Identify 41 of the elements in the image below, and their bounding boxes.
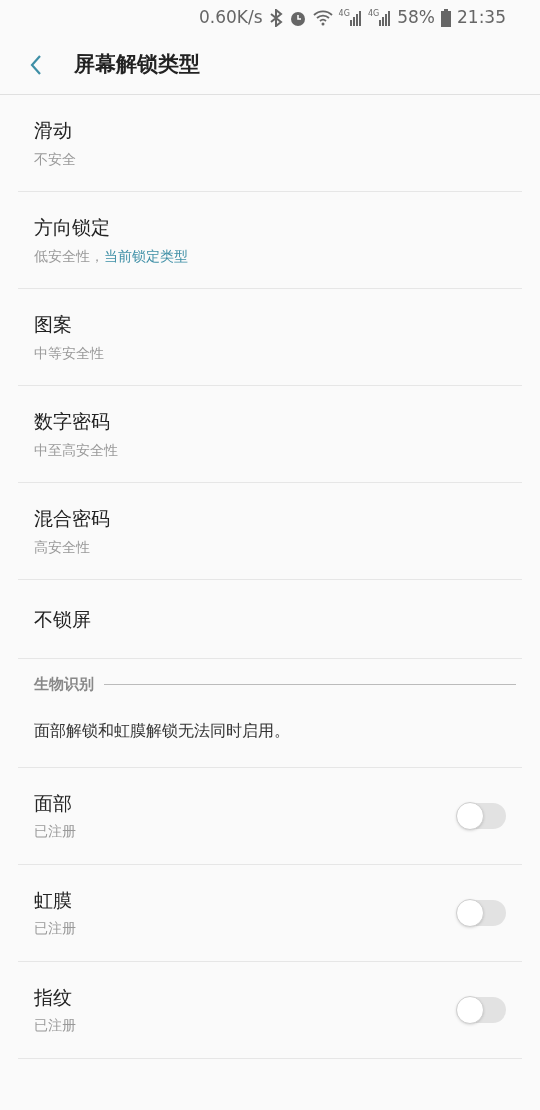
- item-subtitle: 已注册: [34, 822, 76, 842]
- lock-type-item[interactable]: 滑动 不安全: [18, 95, 522, 191]
- signal-icon: [349, 10, 362, 26]
- clock: 21:35: [457, 6, 506, 30]
- toggle-switch[interactable]: [458, 899, 506, 926]
- item-subtitle: 已注册: [34, 1016, 76, 1036]
- item-title: 虹膜: [34, 887, 73, 913]
- page-title: 屏幕解锁类型: [74, 51, 200, 79]
- section-header: 生物识别: [34, 674, 94, 695]
- battery-icon: [441, 9, 451, 27]
- lock-type-item[interactable]: 图案 中等安全性: [18, 289, 522, 385]
- info-text: 面部解锁和虹膜解锁无法同时启用。: [34, 720, 290, 742]
- lock-type-item[interactable]: 不锁屏: [18, 580, 522, 658]
- current-type-note: 当前锁定类型: [104, 246, 188, 266]
- item-subtitle: 高安全性: [34, 537, 90, 557]
- toggle-switch[interactable]: [458, 996, 506, 1023]
- battery-percent: 58%: [397, 6, 435, 30]
- wifi-icon: [312, 10, 333, 26]
- network-type: 4G: [338, 10, 350, 18]
- alarm-icon: [288, 9, 307, 27]
- item-subtitle: 不安全: [34, 149, 76, 169]
- toggle-switch[interactable]: [458, 802, 506, 829]
- item-subtitle: 低安全性，: [34, 246, 104, 266]
- item-title: 滑动: [34, 118, 73, 144]
- item-title: 混合密码: [34, 506, 111, 532]
- item-title: 面部: [34, 790, 73, 816]
- item-subtitle: 中等安全性: [34, 343, 104, 363]
- lock-type-item[interactable]: 混合密码 高安全性: [18, 483, 522, 579]
- item-title: 方向锁定: [34, 215, 111, 241]
- bluetooth-icon: [268, 9, 283, 27]
- lock-type-item[interactable]: 数字密码 中至高安全性: [18, 386, 522, 482]
- item-title: 数字密码: [34, 409, 111, 435]
- item-subtitle: 已注册: [34, 919, 76, 939]
- item-title: 图案: [34, 312, 73, 338]
- item-title: 指纹: [34, 984, 73, 1010]
- network-speed: 0.60K/s: [199, 6, 263, 30]
- signal-icon: [379, 10, 392, 26]
- network-type: 4G: [367, 10, 380, 18]
- lock-type-item[interactable]: 方向锁定 低安全性，当前锁定类型: [18, 192, 522, 288]
- item-title: 不锁屏: [34, 606, 92, 632]
- item-subtitle: 中至高安全性: [34, 440, 118, 460]
